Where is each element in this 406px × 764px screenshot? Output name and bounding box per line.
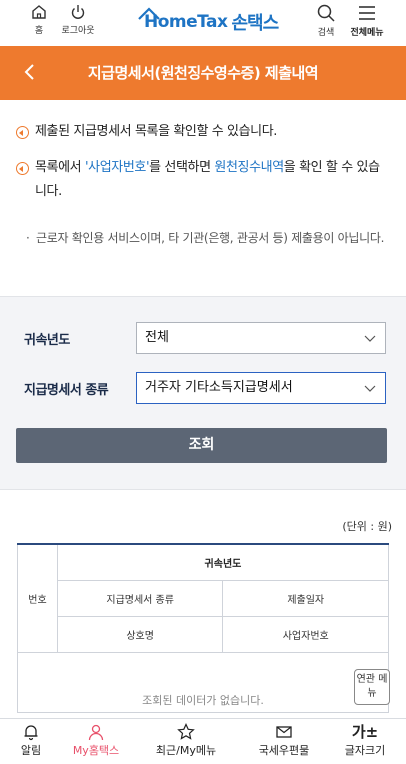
chevron-down-icon: [364, 385, 376, 392]
related-menu-button[interactable]: 연관 메뉴: [354, 669, 390, 705]
text-part: 목록에서: [35, 160, 85, 175]
chevron-down-icon: [364, 335, 376, 342]
tab-font-size[interactable]: 가± 글자크기: [334, 723, 396, 758]
col-header-year: 귀속년도: [56, 543, 390, 581]
type-select[interactable]: 거주자 기타소득지급명세서: [136, 372, 386, 404]
menu-label: 전체메뉴: [350, 28, 384, 38]
tab-label: 국세우편물: [258, 744, 310, 757]
col-header-type: 지급명세서 종류: [56, 579, 224, 617]
home-button[interactable]: 홈: [28, 3, 50, 36]
font-size-icon: 가±: [351, 723, 379, 741]
tab-recent-menu[interactable]: 최근/My메뉴: [148, 723, 224, 758]
type-label: 지급명세서 종류: [24, 382, 109, 398]
note-text: 근로자 확인용 서비스이며, 타 기관(은행, 관공서 등) 제출용이 아닙니다…: [36, 231, 385, 245]
type-row: 지급명세서 종류 거주자 기타소득지급명세서: [24, 372, 386, 404]
info-bullet: 목록에서 '사업자번호'를 선택하면 원천징수내역을 확인 할 수 있습니다.: [16, 156, 386, 204]
page-title: 지급명세서(원천징수영수증) 제출내역: [87, 64, 319, 82]
info-bullet-text: 제출된 지급명세서 목록을 확인할 수 있습니다.: [35, 124, 278, 139]
tab-label: 알림: [20, 744, 42, 757]
logout-button[interactable]: 로그아웃: [58, 3, 98, 36]
info-note: · 근로자 확인용 서비스이며, 타 기관(은행, 관공서 등) 제출용이 아닙…: [26, 226, 392, 250]
empty-message: 조회된 데이터가 없습니다.: [17, 651, 389, 713]
tab-label: 글자크기: [344, 744, 386, 757]
bell-icon: [24, 725, 38, 741]
arrow-circle-icon: [16, 162, 29, 175]
top-header: 홈 로그아웃 HomeTax 손택스 검색 전체메뉴: [0, 0, 406, 46]
search-submit-button[interactable]: 조회: [16, 428, 387, 463]
logo-text-kr: 손택스: [231, 13, 280, 34]
home-icon: [32, 5, 46, 19]
hometax-logo[interactable]: HomeTax 손택스: [138, 7, 280, 36]
tab-label: My홈택스: [72, 744, 120, 757]
tab-notifications[interactable]: 알림: [14, 723, 48, 758]
col-header-biz-no: 사업자번호: [222, 615, 389, 653]
star-icon: [177, 723, 195, 740]
person-icon: [88, 724, 104, 741]
home-label: 홈: [34, 26, 44, 36]
year-label: 귀속년도: [24, 332, 70, 348]
arrow-circle-icon: [16, 126, 29, 139]
tab-label: 최근/My메뉴: [155, 744, 217, 757]
results-table: 번호 귀속년도 지급명세서 종류 제출일자 상호명 사업자번호 조회된 데이터가…: [17, 543, 390, 713]
unit-label: (단위 : 원): [342, 520, 392, 533]
col-header-no: 번호: [17, 543, 58, 653]
note-dot: ·: [26, 231, 30, 245]
biz-number-highlight: '사업자번호': [84, 160, 150, 175]
search-button[interactable]: 검색: [312, 3, 340, 38]
info-section: 제출된 지급명세서 목록을 확인할 수 있습니다. 목록에서 '사업자번호'를 …: [0, 100, 406, 296]
logout-label: 로그아웃: [61, 26, 95, 36]
hamburger-icon: [359, 6, 375, 20]
col-header-submit-date: 제출일자: [222, 579, 389, 617]
tab-tax-mail[interactable]: 국세우편물: [248, 723, 320, 758]
year-row: 귀속년도 전체: [24, 322, 386, 354]
search-panel: 귀속년도 전체 지급명세서 종류 거주자 기타소득지급명세서 조회: [0, 296, 406, 490]
tab-my-hometax[interactable]: My홈택스: [66, 723, 126, 758]
bottom-tab-bar: 알림 My홈택스 최근/My메뉴 국세우편물 가± 글자크기: [0, 718, 406, 764]
power-icon: [71, 5, 85, 19]
year-select-value: 전체: [145, 330, 169, 345]
info-bullet: 제출된 지급명세서 목록을 확인할 수 있습니다.: [16, 120, 277, 144]
roof-icon: [138, 7, 160, 20]
year-select[interactable]: 전체: [136, 322, 386, 354]
withholding-highlight: 원천징수내역: [214, 160, 284, 175]
search-icon: [317, 4, 335, 22]
info-bullet-text: 목록에서 '사업자번호'를 선택하면 원천징수내역을 확인 할 수 있습니다.: [35, 156, 386, 204]
page-title-bar: 지급명세서(원천징수영수증) 제출내역: [0, 46, 406, 100]
text-part: 를 선택하면: [149, 160, 215, 175]
all-menu-button[interactable]: 전체메뉴: [346, 3, 388, 38]
mail-icon: [276, 726, 292, 738]
search-label: 검색: [317, 28, 335, 38]
col-header-company: 상호명: [56, 615, 224, 653]
type-select-value: 거주자 기타소득지급명세서: [145, 380, 293, 395]
